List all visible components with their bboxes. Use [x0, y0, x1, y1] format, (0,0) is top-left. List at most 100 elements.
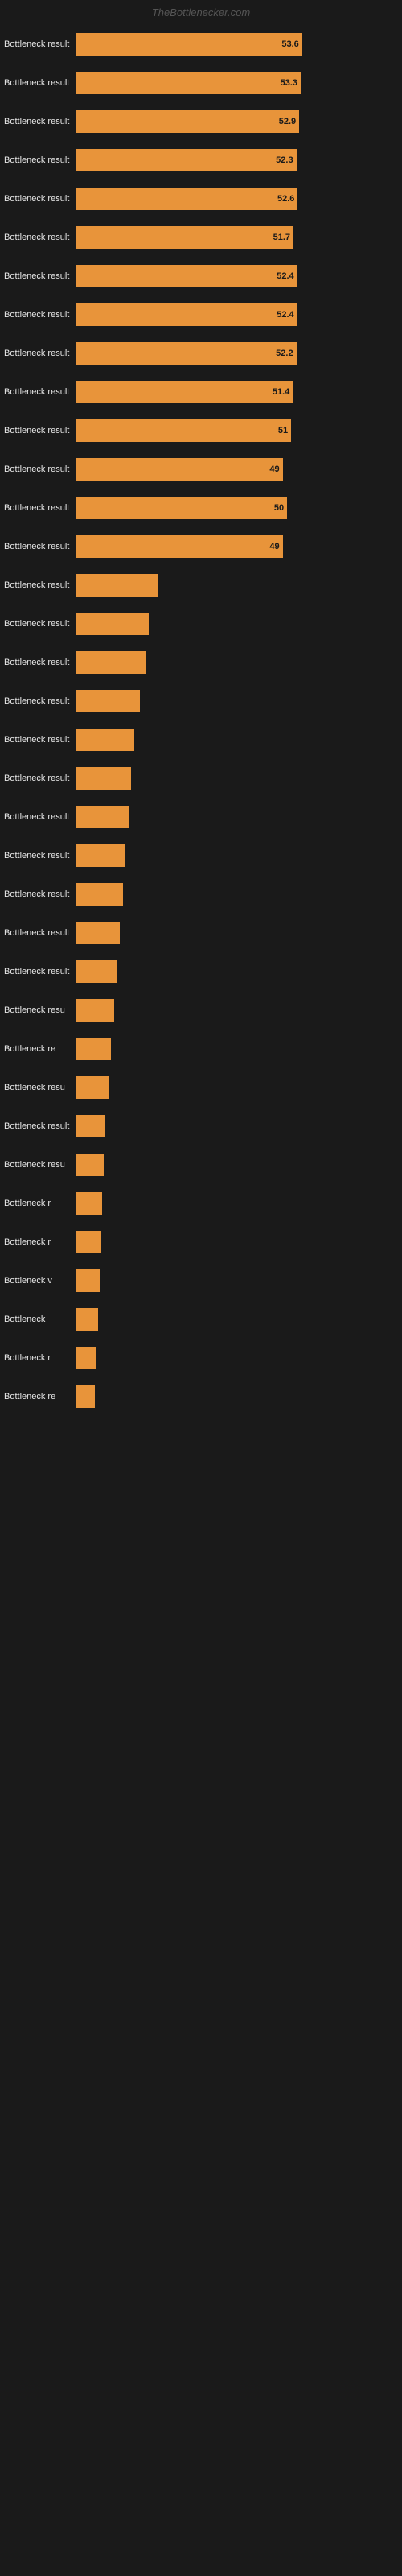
bar-label: Bottleneck resu — [4, 1083, 76, 1092]
bar-wrapper — [76, 999, 394, 1022]
bar-wrapper — [76, 574, 394, 597]
bar-fill — [76, 729, 134, 751]
bar-fill — [76, 883, 123, 906]
bar-fill — [76, 1385, 95, 1408]
bar-fill: 49 — [76, 535, 283, 558]
bar-fill — [76, 1115, 105, 1137]
bar-row: Bottleneck result51.7 — [4, 223, 394, 252]
bar-label: Bottleneck result — [4, 580, 76, 590]
bar-label: Bottleneck result — [4, 812, 76, 822]
bar-fill — [76, 922, 120, 944]
bar-fill — [76, 574, 158, 597]
bar-row: Bottleneck result — [4, 957, 394, 986]
bar-row: Bottleneck re — [4, 1034, 394, 1063]
bar-label: Bottleneck v — [4, 1276, 76, 1286]
bar-row: Bottleneck v — [4, 1266, 394, 1295]
bar-wrapper: 50 — [76, 497, 394, 519]
bar-fill: 52.4 — [76, 265, 297, 287]
bar-wrapper — [76, 1231, 394, 1253]
bar-row: Bottleneck result 52.2 — [4, 339, 394, 368]
bar-label: Bottleneck result — [4, 155, 76, 165]
bar-fill: 53.6 — [76, 33, 302, 56]
bar-row: Bottleneck — [4, 1305, 394, 1334]
bar-fill: 52.3 — [76, 149, 297, 171]
bar-label: Bottleneck resu — [4, 1005, 76, 1015]
bar-label: Bottleneck r — [4, 1237, 76, 1247]
bar-value: 51.4 — [271, 387, 289, 397]
bar-row: Bottleneck r — [4, 1344, 394, 1373]
bar-fill — [76, 1038, 111, 1060]
bar-fill — [76, 690, 140, 712]
bar-fill: 52.2 — [76, 342, 297, 365]
bar-value: 52.6 — [276, 194, 294, 204]
bar-wrapper — [76, 1269, 394, 1292]
bar-wrapper — [76, 729, 394, 751]
bar-label: Bottleneck result — [4, 194, 76, 204]
bar-fill — [76, 806, 129, 828]
bar-row: Bottleneck result — [4, 919, 394, 947]
bar-label: Bottleneck result — [4, 310, 76, 320]
bar-wrapper: 52.9 — [76, 110, 394, 133]
bar-label: Bottleneck result — [4, 928, 76, 938]
bar-fill: 51.7 — [76, 226, 293, 249]
bar-label: Bottleneck result — [4, 349, 76, 358]
bar-row: Bottleneck r — [4, 1189, 394, 1218]
bar-fill: 49 — [76, 458, 283, 481]
bar-value: 52.2 — [274, 349, 293, 358]
bar-wrapper — [76, 922, 394, 944]
bar-row: Bottleneck resu — [4, 1150, 394, 1179]
bar-wrapper: 53.6 — [76, 33, 394, 56]
bar-value: 53.3 — [279, 78, 297, 88]
bar-fill — [76, 1154, 104, 1176]
bar-label: Bottleneck result — [4, 890, 76, 899]
bar-row: Bottleneck result52.4 — [4, 300, 394, 329]
bar-value: 52.4 — [275, 271, 293, 281]
bar-fill — [76, 1076, 109, 1099]
bar-row: Bottleneck result 52.6 — [4, 184, 394, 213]
bar-fill — [76, 999, 114, 1022]
bar-fill — [76, 613, 149, 635]
bar-wrapper: 51.7 — [76, 226, 394, 249]
bar-label: Bottleneck result — [4, 967, 76, 976]
bar-fill — [76, 1308, 98, 1331]
bar-row: Bottleneck re — [4, 1382, 394, 1411]
bar-label: Bottleneck result — [4, 851, 76, 861]
bar-row: Bottleneck result — [4, 803, 394, 832]
bar-fill — [76, 844, 125, 867]
bar-fill — [76, 960, 117, 983]
bar-label: Bottleneck result — [4, 271, 76, 281]
bar-wrapper: 53.3 — [76, 72, 394, 94]
bar-fill: 51 — [76, 419, 291, 442]
bar-row: Bottleneck result — [4, 725, 394, 754]
bar-row: Bottleneck result — [4, 880, 394, 909]
bar-label: Bottleneck result — [4, 426, 76, 436]
bar-row: Bottleneck result — [4, 764, 394, 793]
bar-wrapper — [76, 651, 394, 674]
bar-value: 50 — [273, 503, 284, 513]
bar-wrapper: 52.4 — [76, 303, 394, 326]
bar-fill: 51.4 — [76, 381, 293, 403]
bar-label: Bottleneck re — [4, 1392, 76, 1402]
bar-label: Bottleneck result — [4, 233, 76, 242]
bar-label: Bottleneck result — [4, 1121, 76, 1131]
bar-wrapper — [76, 844, 394, 867]
bar-wrapper: 52.4 — [76, 265, 394, 287]
bar-row: Bottleneck r — [4, 1228, 394, 1257]
chart-container: Bottleneck result 53.6 Bottleneck result 53… — [0, 22, 402, 1429]
bar-label: Bottleneck result — [4, 542, 76, 551]
bar-row: Bottleneck result52.3 — [4, 146, 394, 175]
bar-fill: 50 — [76, 497, 287, 519]
bar-value: 49 — [268, 542, 279, 551]
bar-wrapper: 49 — [76, 458, 394, 481]
bar-value: 53.6 — [280, 39, 298, 49]
bar-value: 49 — [268, 464, 279, 474]
bar-wrapper — [76, 1154, 394, 1176]
bar-wrapper — [76, 1308, 394, 1331]
bar-wrapper: 52.3 — [76, 149, 394, 171]
bar-wrapper — [76, 1385, 394, 1408]
bar-label: Bottleneck result — [4, 387, 76, 397]
bar-wrapper — [76, 1192, 394, 1215]
bar-wrapper — [76, 960, 394, 983]
bar-fill: 53.3 — [76, 72, 301, 94]
bar-label: Bottleneck — [4, 1315, 76, 1324]
